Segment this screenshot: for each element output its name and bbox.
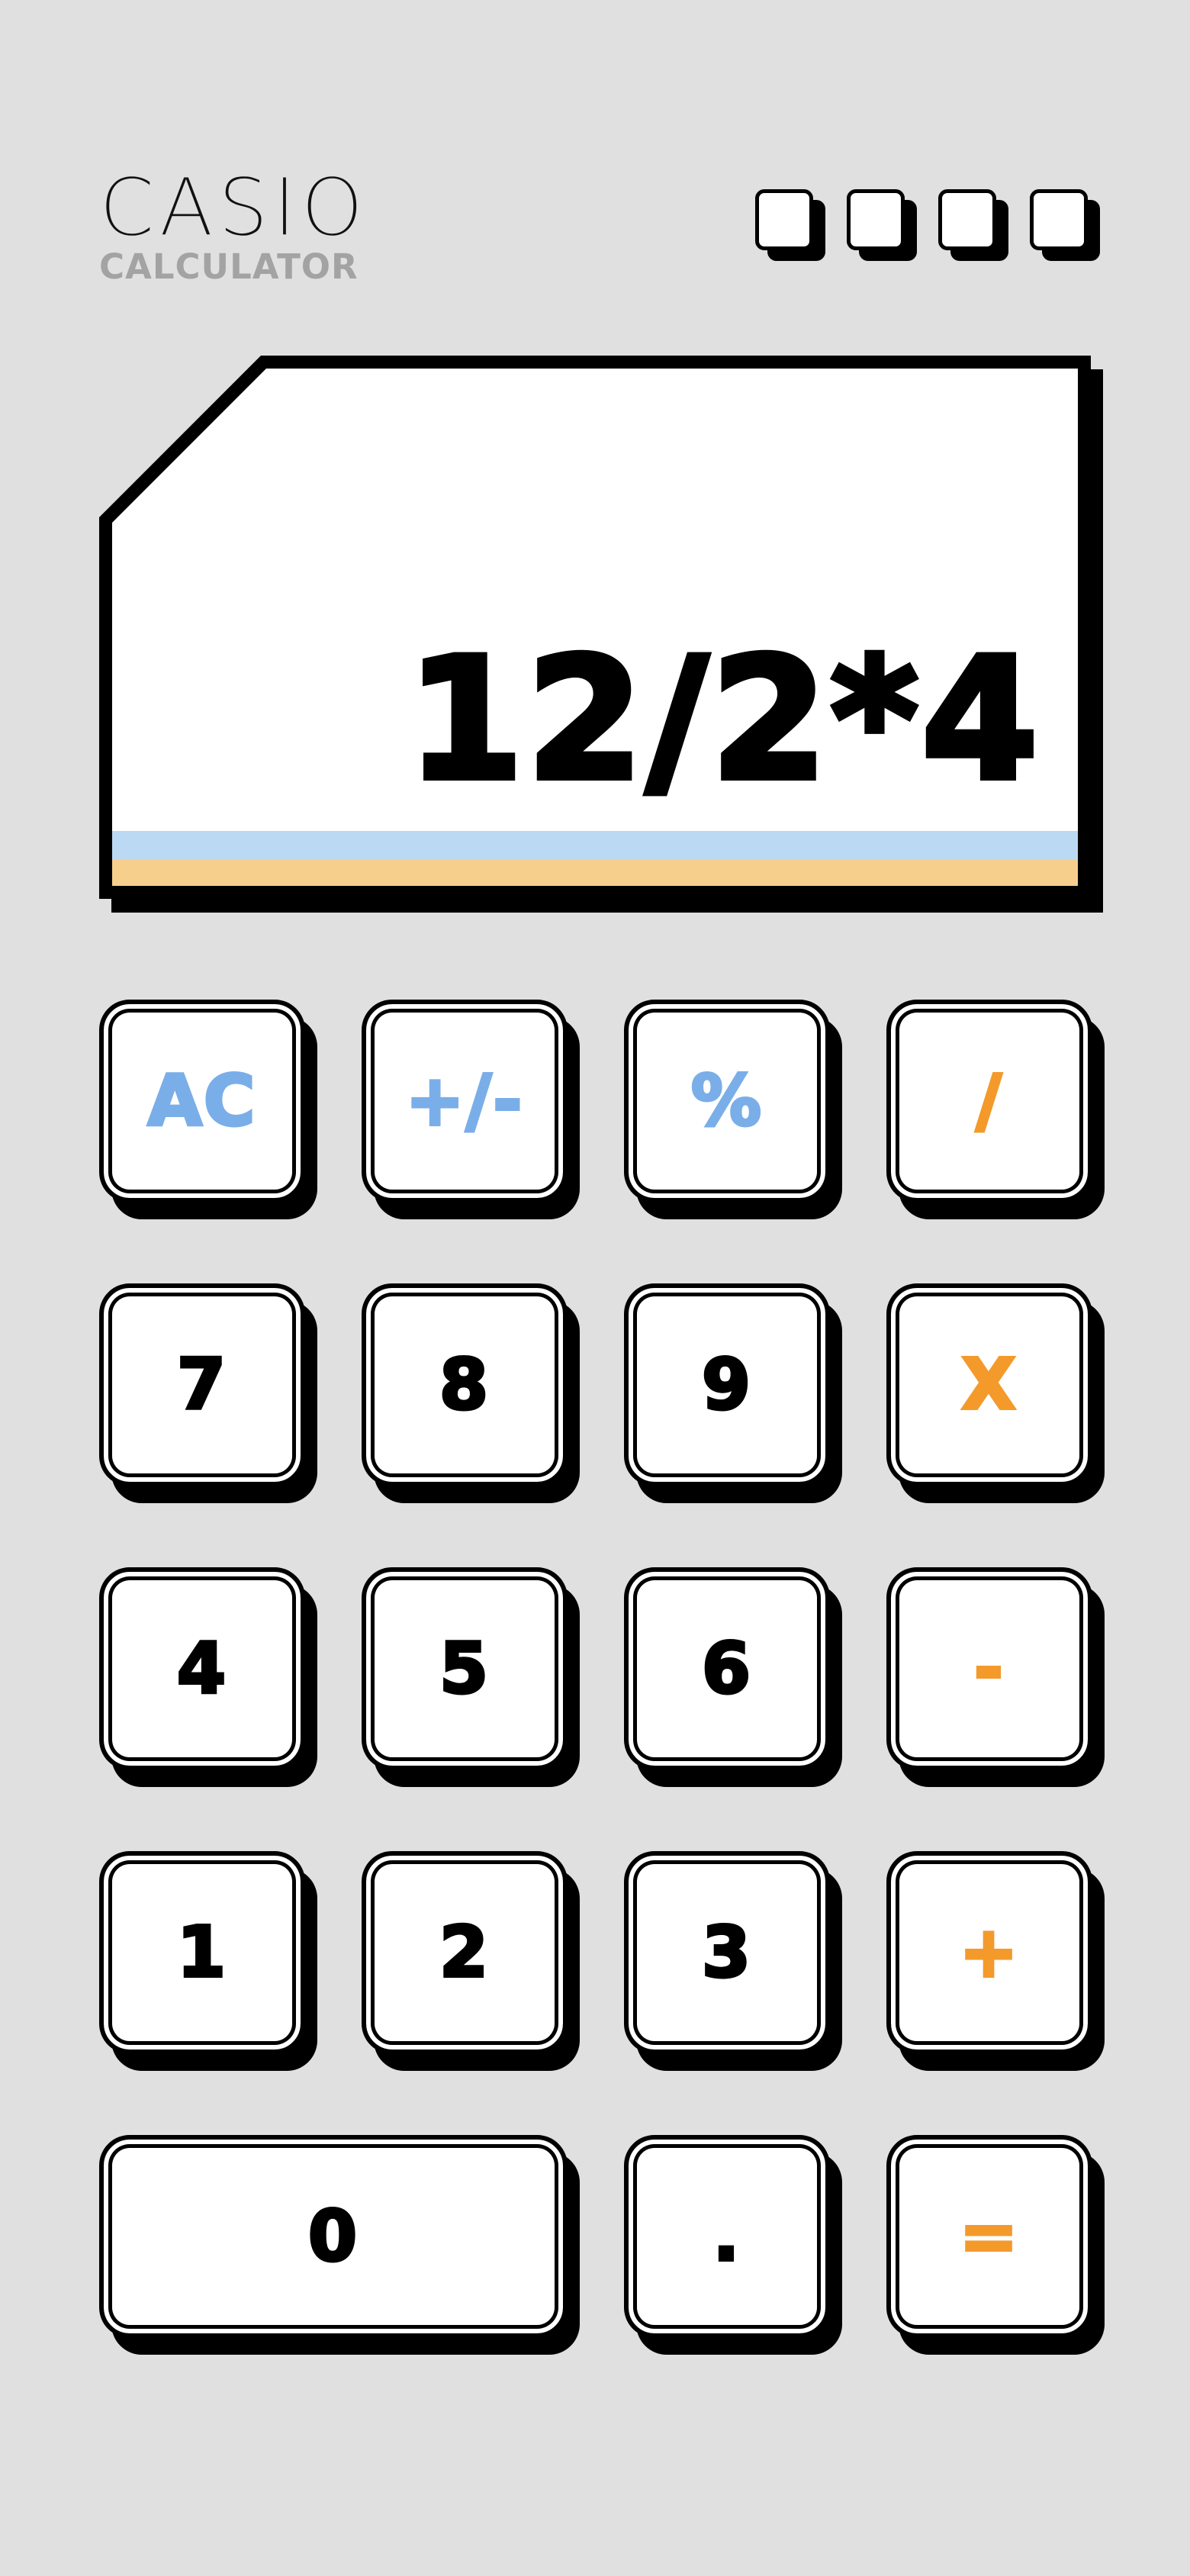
key-face[interactable]: 8: [362, 1283, 568, 1486]
key-face[interactable]: 3: [624, 1851, 830, 2054]
key-label: 5: [438, 1628, 490, 1709]
digit-7-button[interactable]: 7: [99, 1283, 317, 1503]
key-face[interactable]: 2: [362, 1851, 568, 2054]
solar-cell: [847, 189, 917, 261]
subtract-button[interactable]: -: [886, 1567, 1105, 1787]
key-label: /: [974, 1060, 1003, 1141]
key-label: 9: [700, 1344, 752, 1425]
key-face[interactable]: 4: [99, 1567, 305, 1770]
display-screen: 12/2*4: [112, 369, 1078, 886]
key-label: 7: [175, 1344, 227, 1425]
key-face[interactable]: +/-: [362, 1000, 568, 1203]
key-face[interactable]: +: [886, 1851, 1092, 2054]
key-label: =: [957, 2195, 1020, 2277]
key-label: 3: [700, 1911, 752, 1993]
display-stripe-orange: [112, 860, 1078, 886]
key-face[interactable]: 1: [99, 1851, 305, 2054]
key-face[interactable]: -: [886, 1567, 1092, 1770]
digit-5-button[interactable]: 5: [362, 1567, 580, 1787]
digit-9-button[interactable]: 9: [624, 1283, 842, 1503]
digit-0-button[interactable]: 0: [99, 2135, 580, 2355]
key-face[interactable]: 5: [362, 1567, 568, 1770]
digit-3-button[interactable]: 3: [624, 1851, 842, 2071]
key-face[interactable]: AC: [99, 1000, 305, 1203]
calculator-display: 12/2*4: [99, 356, 1103, 913]
key-face[interactable]: 7: [99, 1283, 305, 1486]
key-label: 2: [438, 1911, 490, 1993]
key-face[interactable]: 0: [99, 2135, 568, 2338]
key-label: +: [957, 1911, 1020, 1993]
equals-button[interactable]: =: [886, 2135, 1105, 2355]
key-face[interactable]: X: [886, 1283, 1092, 1486]
digit-8-button[interactable]: 8: [362, 1283, 580, 1503]
decimal-button[interactable]: .: [624, 2135, 842, 2355]
key-label: 8: [438, 1344, 490, 1425]
key-face[interactable]: 6: [624, 1567, 830, 1770]
brand-name: CASIO: [98, 161, 368, 254]
display-expression: 12/2*4: [404, 622, 1041, 817]
solar-cell: [755, 189, 825, 261]
solar-panel: [755, 189, 1106, 266]
sign-toggle-button[interactable]: +/-: [362, 1000, 580, 1219]
percent-button[interactable]: %: [624, 1000, 842, 1219]
key-label: X: [960, 1344, 1018, 1425]
key-face[interactable]: 9: [624, 1283, 830, 1486]
multiply-button[interactable]: X: [886, 1283, 1105, 1503]
add-button[interactable]: +: [886, 1851, 1105, 2071]
digit-1-button[interactable]: 1: [99, 1851, 317, 2071]
solar-cell: [938, 189, 1008, 261]
key-label: .: [712, 2195, 741, 2277]
brand-subtitle: CALCULATOR: [99, 246, 359, 287]
all-clear-button[interactable]: AC: [99, 1000, 317, 1219]
digit-4-button[interactable]: 4: [99, 1567, 317, 1787]
brand: CASIO CALCULATOR: [98, 161, 368, 287]
key-face[interactable]: /: [886, 1000, 1092, 1203]
divide-button[interactable]: /: [886, 1000, 1105, 1219]
key-label: %: [690, 1060, 764, 1141]
key-label: +/-: [404, 1060, 524, 1141]
digit-2-button[interactable]: 2: [362, 1851, 580, 2071]
key-face[interactable]: %: [624, 1000, 830, 1203]
key-label: 4: [175, 1628, 227, 1709]
display-stripe-blue: [112, 831, 1078, 860]
key-face[interactable]: .: [624, 2135, 830, 2338]
key-label: 0: [307, 2195, 359, 2277]
key-label: 1: [175, 1911, 227, 1993]
solar-cell: [1030, 189, 1100, 261]
key-label: AC: [146, 1060, 257, 1141]
key-label: 6: [700, 1628, 752, 1709]
digit-6-button[interactable]: 6: [624, 1567, 842, 1787]
key-face[interactable]: =: [886, 2135, 1092, 2338]
key-label: -: [973, 1628, 1005, 1709]
